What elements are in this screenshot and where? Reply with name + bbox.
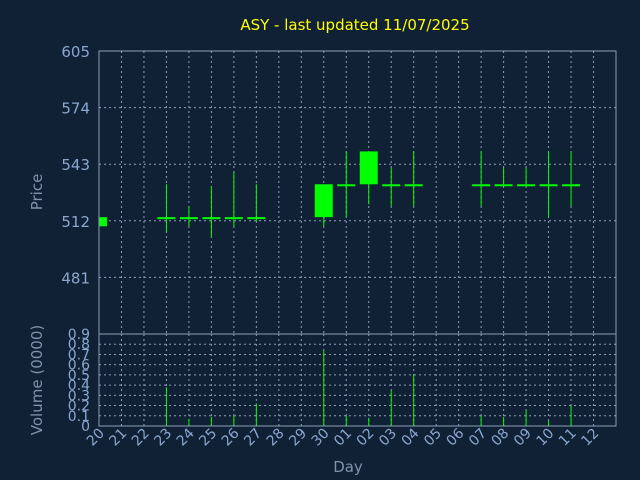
day-axis-ticks: 2021222324252627282930010203040506070809… (84, 425, 602, 449)
candle-body (359, 151, 378, 185)
price-tick-label: 605 (61, 43, 90, 61)
price-tick-label: 574 (61, 100, 90, 118)
chart-background (0, 0, 640, 480)
price-axis-label: Price (28, 174, 46, 211)
candle-body (494, 184, 513, 187)
price-tick-label: 543 (61, 156, 90, 174)
price-tick-label: 481 (61, 269, 90, 287)
candle-body (539, 184, 558, 187)
volume-axis-ticks: 0.90.80.70.60.50.40.30.20.10 (68, 327, 90, 435)
price-tick-label: 512 (61, 213, 90, 231)
day-axis-label: Day (333, 458, 363, 476)
candle-body (314, 184, 333, 218)
candle-body (224, 217, 243, 220)
candle-body (562, 184, 581, 187)
candle-body (247, 217, 266, 220)
candle-body (202, 217, 221, 220)
chart-title: ASY - last updated 11/07/2025 (240, 16, 469, 34)
candle-body (157, 217, 176, 220)
candle-body (179, 217, 198, 220)
candle-body (404, 184, 423, 187)
candle-body (382, 184, 401, 187)
stock-chart: ASY - last updated 11/07/2025 605 574 543 5… (0, 0, 640, 480)
candle-body (99, 217, 107, 227)
candle-body (472, 184, 491, 187)
candle-body (337, 184, 356, 187)
candle-body (517, 184, 536, 187)
volume-axis-label: Volume (0000) (28, 325, 46, 435)
